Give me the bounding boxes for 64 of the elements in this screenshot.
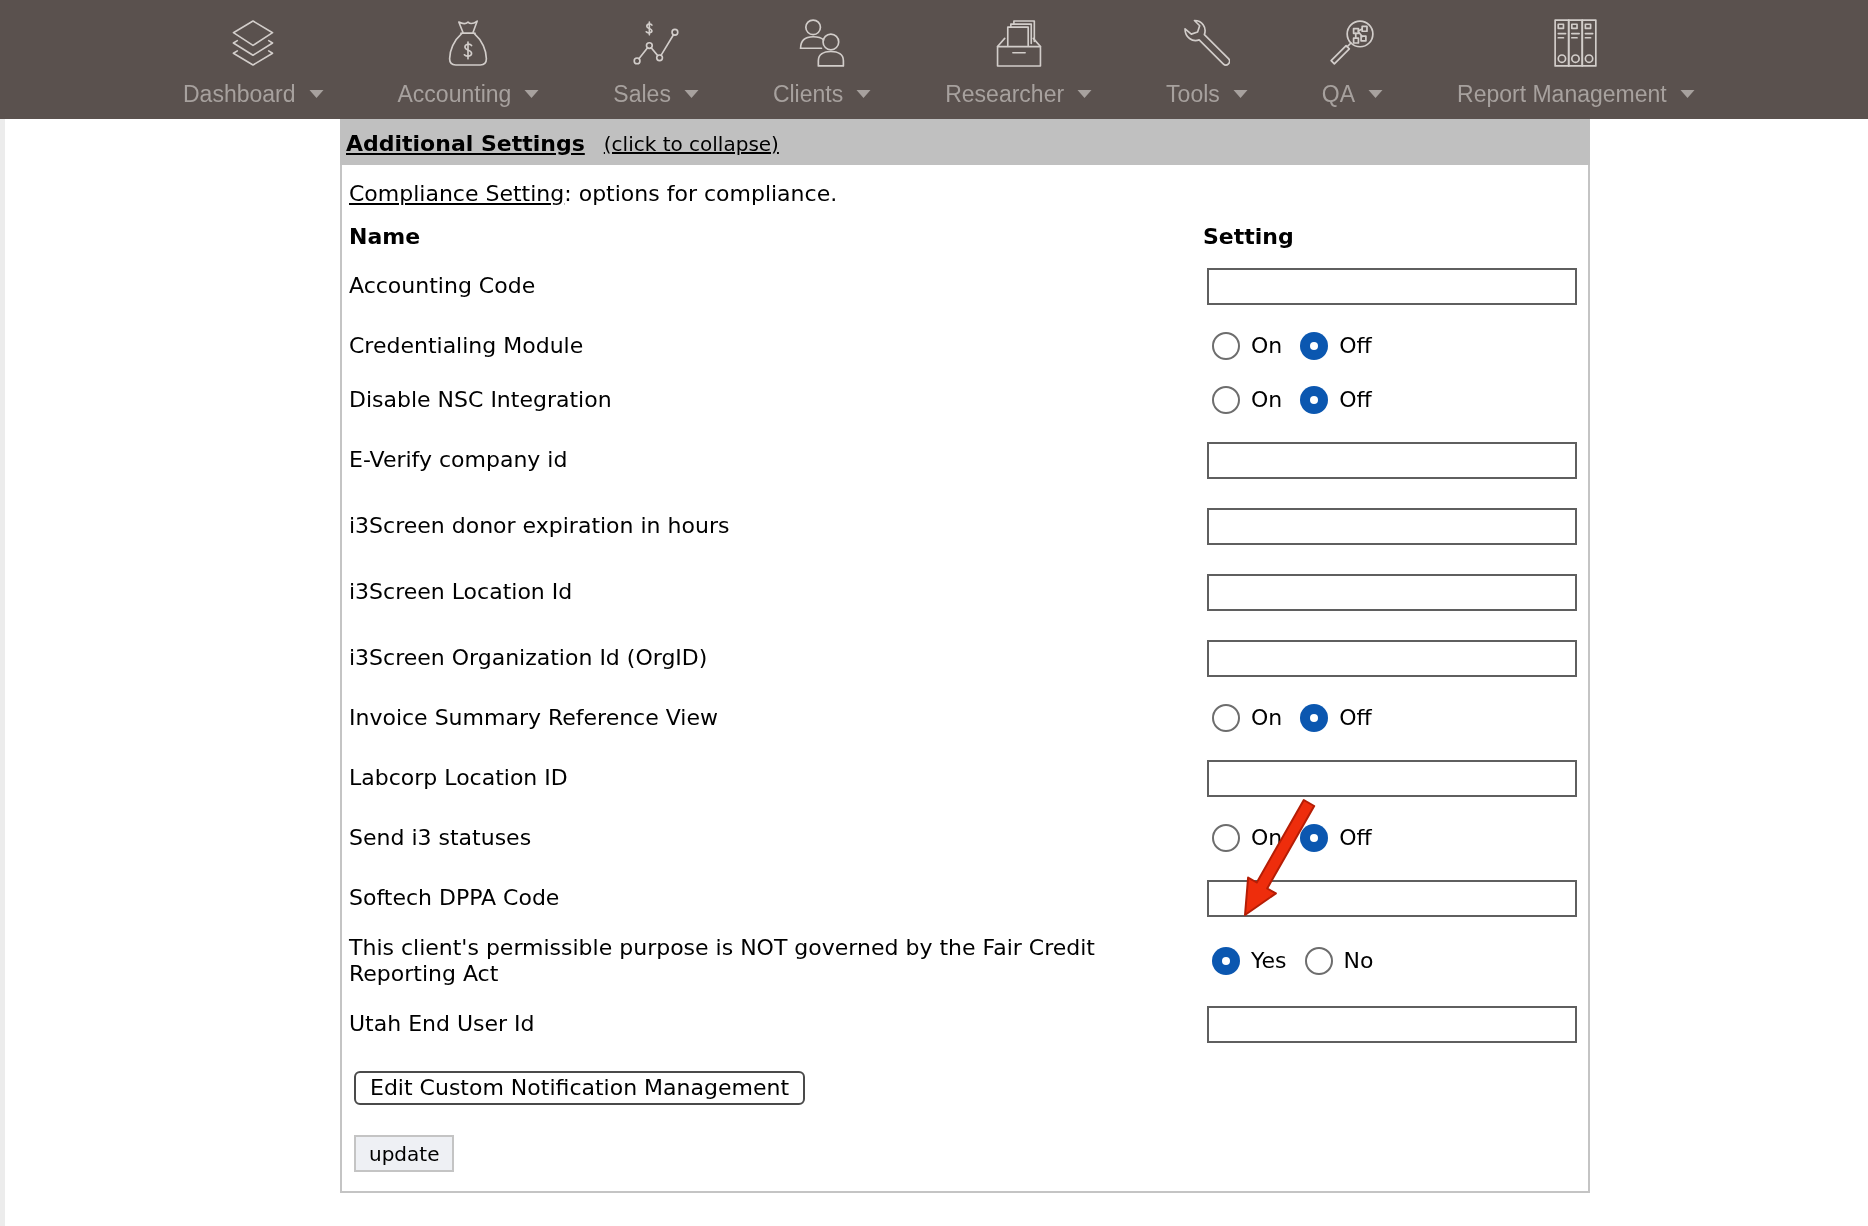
caret-down-icon bbox=[1679, 90, 1695, 98]
text-input-field[interactable] bbox=[1207, 759, 1577, 797]
collapse-link[interactable]: (click to collapse) bbox=[603, 128, 779, 159]
text-input-field[interactable] bbox=[1207, 573, 1577, 611]
setting-name: i3Screen donor expiration in hours bbox=[349, 513, 731, 539]
setting-name: This client's permissible purpose is NOT governed by the Fair Credit Reporting Act bbox=[349, 935, 1096, 987]
radio-button[interactable] bbox=[1300, 332, 1329, 360]
radio-button[interactable] bbox=[1300, 704, 1329, 732]
people-icon bbox=[799, 19, 846, 67]
setting-name: Accounting Code bbox=[349, 273, 537, 299]
section-description: Compliance Setting: options for compliance. bbox=[349, 181, 839, 207]
column-header: Name bbox=[349, 222, 422, 251]
setting-name: Softech DPPA Code bbox=[349, 885, 561, 911]
caret-down-icon bbox=[1368, 90, 1384, 98]
radio-label[interactable]: Yes bbox=[1251, 948, 1287, 974]
radio-label[interactable]: On bbox=[1251, 705, 1283, 731]
setting-name: Credentialing Module bbox=[349, 333, 585, 359]
radio-button[interactable] bbox=[1212, 386, 1240, 414]
radio-label[interactable]: Off bbox=[1339, 825, 1372, 851]
arrow-annotation-icon bbox=[1243, 798, 1317, 917]
file-tray-icon bbox=[995, 19, 1042, 67]
radio-label[interactable]: Off bbox=[1339, 705, 1372, 731]
radio-label[interactable]: On bbox=[1251, 825, 1283, 851]
caret-down-icon bbox=[1077, 90, 1093, 98]
text-input-field[interactable] bbox=[1207, 441, 1577, 479]
column-header: Setting bbox=[1203, 222, 1295, 251]
radio-label[interactable]: On bbox=[1251, 333, 1283, 359]
radio-label[interactable]: No bbox=[1343, 948, 1374, 974]
magnifier-icon bbox=[1329, 19, 1376, 67]
line-chart-icon bbox=[633, 19, 680, 67]
text-input-field[interactable] bbox=[1207, 507, 1577, 545]
radio-button[interactable] bbox=[1212, 947, 1240, 975]
edit-button[interactable]: Edit Custom Notification Management bbox=[354, 1071, 806, 1105]
radio-button[interactable] bbox=[1212, 704, 1240, 732]
caret-down-icon bbox=[308, 90, 324, 98]
radio-button[interactable] bbox=[1304, 947, 1333, 975]
text-input-field[interactable] bbox=[1207, 1005, 1577, 1043]
caret-down-icon bbox=[683, 90, 699, 98]
radio-button[interactable] bbox=[1300, 824, 1329, 852]
wrench-icon bbox=[1183, 19, 1230, 67]
binders-icon bbox=[1552, 19, 1599, 67]
radio-label[interactable]: On bbox=[1251, 387, 1283, 413]
panel-title-link[interactable]: Additional Settings bbox=[346, 127, 585, 160]
radio-label[interactable]: Off bbox=[1339, 333, 1372, 359]
radio-button[interactable] bbox=[1300, 386, 1329, 414]
text-input-field[interactable] bbox=[1207, 879, 1577, 917]
setting-name: Disable NSC Integration bbox=[349, 387, 613, 413]
setting-name: Send i3 statuses bbox=[349, 825, 533, 851]
setting-name: i3Screen Organization Id (OrgID) bbox=[349, 645, 709, 671]
setting-name: Labcorp Location ID bbox=[349, 765, 569, 791]
radio-button[interactable] bbox=[1212, 824, 1240, 852]
radio-label[interactable]: Off bbox=[1339, 387, 1372, 413]
radio-button[interactable] bbox=[1212, 332, 1240, 360]
setting-name: E-Verify company id bbox=[349, 447, 569, 473]
section-link[interactable]: Compliance Setting bbox=[349, 181, 565, 206]
setting-name: i3Screen Location Id bbox=[349, 579, 574, 605]
setting-name: Utah End User Id bbox=[349, 1011, 536, 1037]
text-input-field[interactable] bbox=[1207, 267, 1577, 305]
caret-down-icon bbox=[856, 90, 872, 98]
caret-down-icon bbox=[1232, 90, 1248, 98]
text-input-field[interactable] bbox=[1207, 639, 1577, 677]
update-button[interactable]: update bbox=[354, 1135, 455, 1172]
caret-down-icon bbox=[524, 90, 540, 98]
setting-name: Invoice Summary Reference View bbox=[349, 705, 719, 731]
